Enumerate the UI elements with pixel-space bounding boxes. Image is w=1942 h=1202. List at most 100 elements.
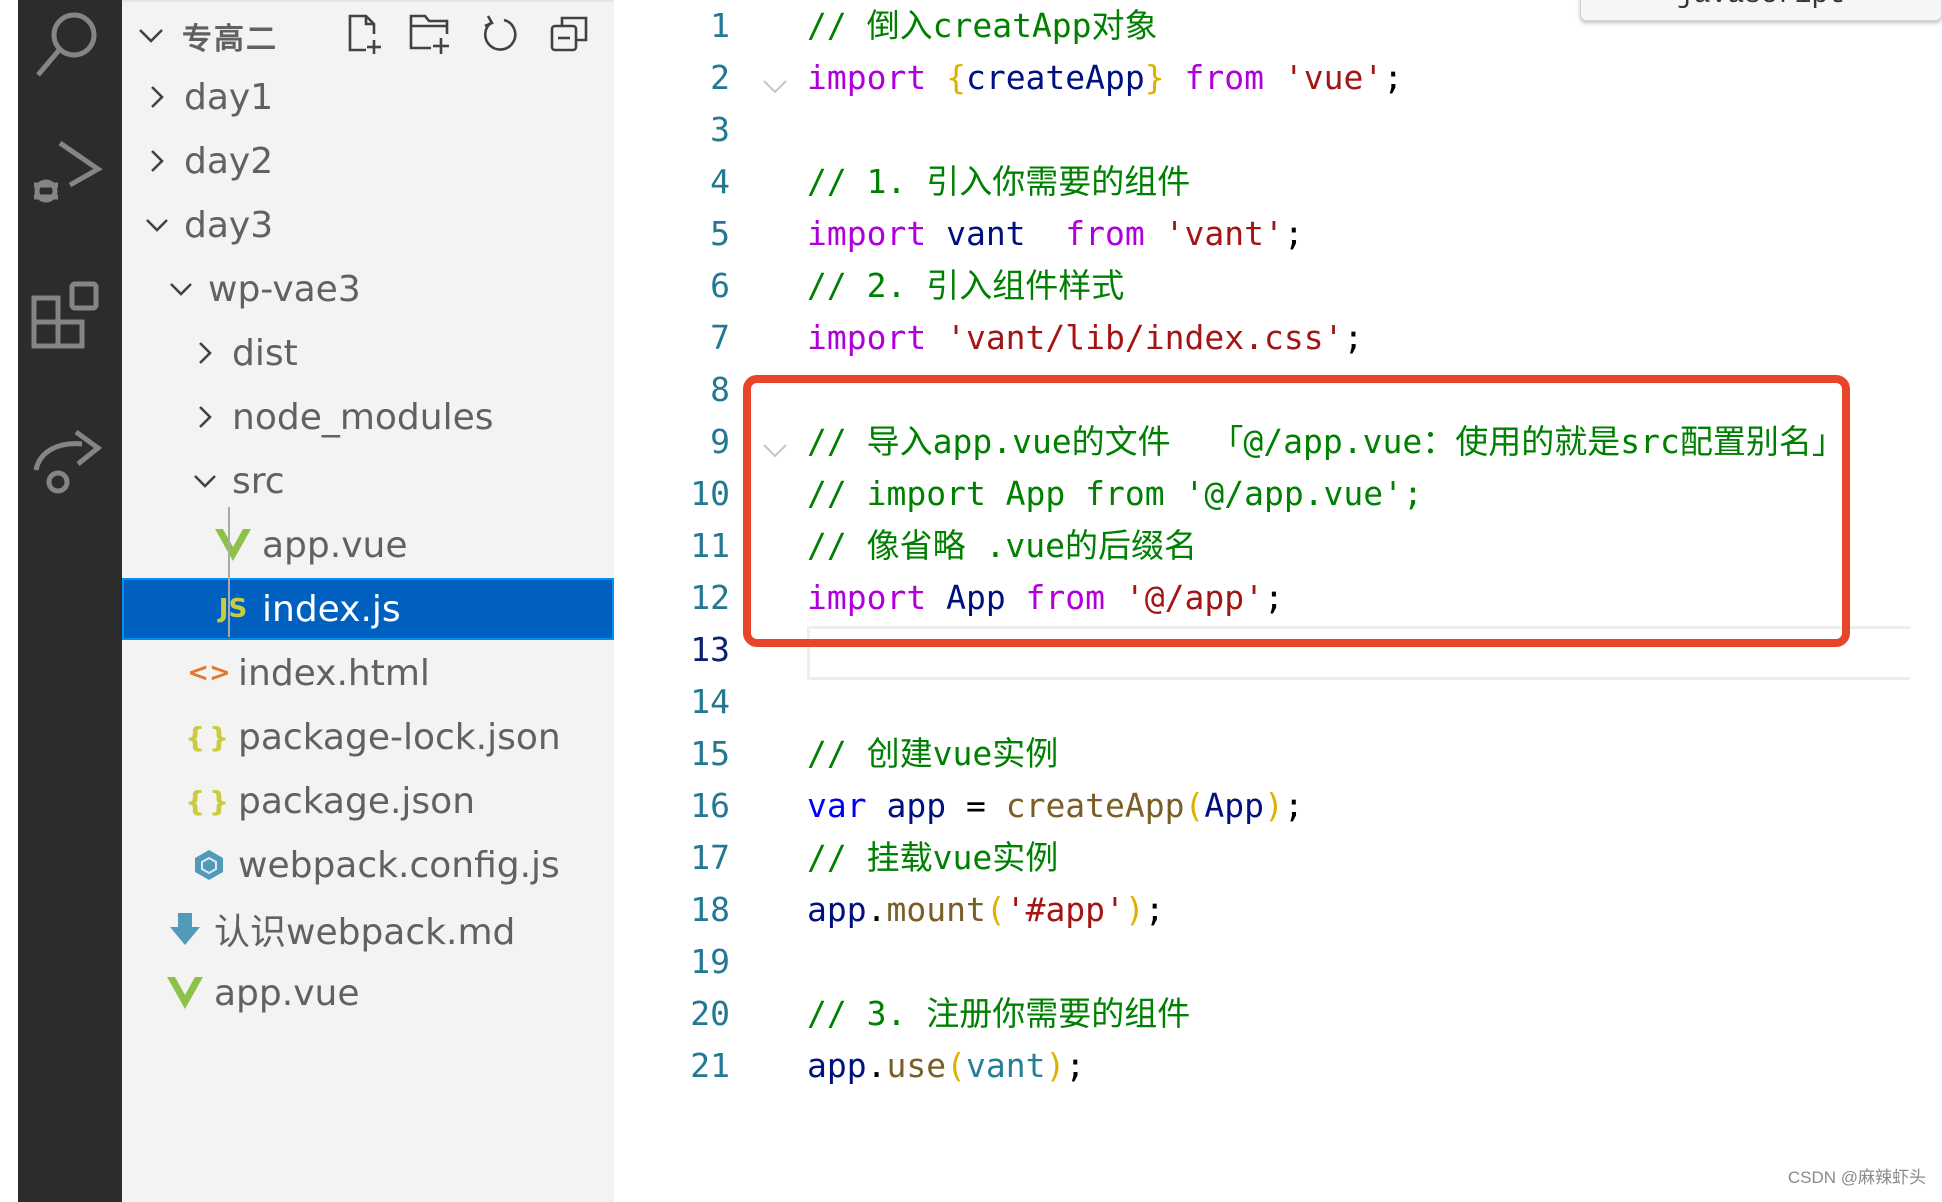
code-token-param: vant — [965, 1046, 1046, 1085]
chevron-right-icon[interactable] — [142, 77, 172, 117]
code-token-comment: // import App from '@/app.vue'; — [807, 474, 1423, 513]
code-token-punc: = — [946, 786, 1006, 825]
search-icon[interactable] — [18, 0, 122, 90]
tree-file[interactable]: <> index.html — [122, 642, 614, 704]
code-line[interactable]: 18 app.mount('#app'); — [614, 884, 1904, 936]
code-token-keyword: import — [807, 214, 947, 253]
code-token-keyword: import — [807, 58, 947, 97]
tree-folder[interactable]: day3 — [122, 194, 614, 256]
collapse-all-button[interactable] — [546, 12, 594, 56]
code-token-keyword: from — [1025, 214, 1165, 253]
code-line[interactable]: 19 — [614, 936, 1904, 988]
code-line[interactable]: 2 import {createApp} from 'vue'; — [614, 52, 1904, 104]
tree-item-label: webpack.config.js — [238, 844, 560, 886]
code-token-string: 'vant' — [1164, 214, 1284, 253]
tree-folder[interactable]: dist — [122, 322, 614, 384]
code-editor[interactable]: 1// 倒入creatApp对象 2 import {createApp} from… — [614, 0, 1942, 1202]
tree-item-label: 认识webpack.md — [214, 912, 516, 953]
tree-file[interactable]: {} package-lock.json — [122, 706, 614, 768]
tree-file[interactable]: webpack.config.js — [122, 834, 614, 896]
vue-file-icon — [166, 973, 204, 1013]
code-line[interactable]: 9 // 导入app.vue的文件 「@/app.vue：使用的就是src配置别名… — [614, 416, 1904, 468]
code-token-keyword: import — [807, 318, 947, 357]
new-file-button[interactable] — [342, 12, 390, 56]
line-number: 14 — [690, 682, 730, 721]
code-line[interactable]: 12 import App from '@/app'; — [614, 572, 1904, 624]
tree-folder[interactable]: wp-vae3 — [122, 258, 614, 320]
chevron-down-icon[interactable] — [190, 461, 220, 501]
code-line[interactable]: 15 // 创建vue实例 — [614, 728, 1904, 780]
tree-file[interactable]: JS index.js — [122, 578, 614, 640]
code-line[interactable]: 21 app.use(vant); — [614, 1040, 1904, 1092]
tree-item-label: node_modules — [232, 396, 494, 438]
code-token-func: mount — [886, 890, 986, 929]
code-token-punc: ; — [1144, 890, 1165, 929]
share-icon[interactable] — [18, 415, 122, 505]
code-line[interactable]: 14 — [614, 676, 1904, 728]
code-text: import App from '@/app'; — [807, 572, 1284, 624]
code-text: app.use(vant); — [807, 1040, 1085, 1092]
refresh-button[interactable] — [476, 12, 524, 56]
chevron-right-icon[interactable] — [190, 333, 220, 373]
js-file-icon: JS — [218, 594, 248, 624]
extensions-icon[interactable] — [18, 275, 122, 365]
tree-folder[interactable]: day2 — [122, 130, 614, 192]
code-line[interactable]: 17 // 挂载vue实例 — [614, 832, 1904, 884]
workspace-title[interactable]: 专高二 — [182, 14, 278, 58]
line-number: 13 — [690, 630, 730, 669]
chevron-down-icon[interactable] — [134, 18, 168, 56]
code-text: // 3. 注册你需要的组件 — [807, 988, 1190, 1040]
tree-file[interactable]: app.vue — [122, 962, 614, 1024]
code-token-string: 'vant/lib/index.css' — [946, 318, 1344, 357]
tree-folder[interactable]: node_modules — [122, 386, 614, 448]
code-text: import {createApp} from 'vue'; — [807, 52, 1403, 104]
line-number: 11 — [690, 526, 730, 565]
code-token-brace: ( — [946, 1046, 966, 1085]
code-line[interactable]: 5 import vant from 'vant'; — [614, 208, 1904, 260]
code-token-punc: ; — [1383, 58, 1404, 97]
code-text: // import App from '@/app.vue'; — [807, 468, 1423, 520]
code-line[interactable]: 20 // 3. 注册你需要的组件 — [614, 988, 1904, 1040]
chevron-down-icon[interactable] — [142, 205, 172, 245]
language-tooltip: javascript — [1580, 0, 1942, 21]
code-text: import vant from 'vant'; — [807, 208, 1304, 260]
new-folder-button[interactable] — [407, 12, 455, 56]
code-line[interactable]: 11 // 像省略 .vue的后缀名 — [614, 520, 1904, 572]
watermark: CSDN @麻辣虾头 — [1787, 1168, 1926, 1187]
tree-item-label: dist — [232, 332, 298, 374]
code-text: // 1. 引入你需要的组件 — [807, 156, 1190, 208]
chevron-down-icon[interactable] — [166, 269, 196, 309]
code-line[interactable]: 3 — [614, 104, 1904, 156]
code-line[interactable]: 6 // 2. 引入组件样式 — [614, 260, 1904, 312]
code-line[interactable]: 16 var app = createApp(App); — [614, 780, 1904, 832]
code-token-keyword: from — [1164, 58, 1284, 97]
line-number: 18 — [690, 890, 730, 929]
line-number: 15 — [690, 734, 730, 773]
code-line[interactable]: 13 — [614, 624, 1904, 676]
chevron-right-icon[interactable] — [190, 397, 220, 437]
tree-folder[interactable]: src — [122, 450, 614, 512]
code-token-keyword: import — [807, 578, 947, 617]
code-line[interactable]: 8 — [614, 364, 1904, 416]
tree-item-label: package.json — [238, 780, 476, 822]
tree-file[interactable]: {} package.json — [122, 770, 614, 832]
tree-file[interactable]: app.vue — [122, 514, 614, 576]
line-number: 20 — [690, 994, 730, 1033]
code-token-punc: ; — [1065, 1046, 1086, 1085]
run-debug-icon[interactable] — [18, 130, 122, 220]
tree-file[interactable]: 认识webpack.md — [122, 898, 614, 960]
tree-folder[interactable]: day1 — [122, 66, 614, 128]
code-token-string: 'vue' — [1283, 58, 1384, 97]
code-token-brace: ) — [1045, 1046, 1066, 1085]
code-line[interactable]: 10 // import App from '@/app.vue'; — [614, 468, 1904, 520]
code-line[interactable]: 4 // 1. 引入你需要的组件 — [614, 156, 1904, 208]
chevron-right-icon[interactable] — [142, 141, 172, 181]
code-token-ident: App — [1204, 786, 1264, 825]
code-text: // 倒入creatApp对象 — [807, 0, 1158, 52]
code-token-brace: } — [1144, 58, 1165, 97]
code-token-comment: // 1. 引入你需要的组件 — [807, 162, 1191, 201]
code-line[interactable]: 7 import 'vant/lib/index.css'; — [614, 312, 1904, 364]
tree-item-label: package-lock.json — [238, 716, 561, 758]
code-token-punc: ; — [1283, 786, 1304, 825]
refresh-icon — [483, 15, 517, 51]
